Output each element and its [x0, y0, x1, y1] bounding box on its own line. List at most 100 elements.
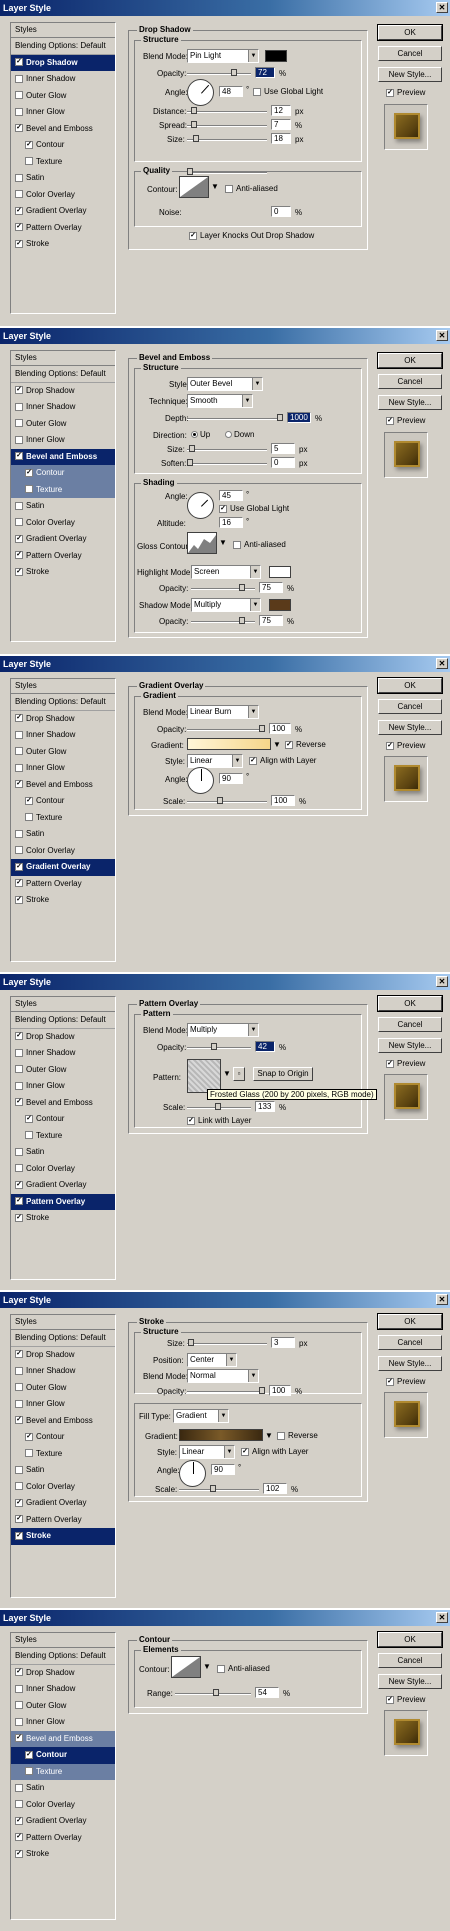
checkbox[interactable] [25, 1449, 33, 1458]
checkbox[interactable] [15, 763, 23, 772]
list-item-contour[interactable]: ✓ Contour [11, 1111, 115, 1128]
scale-slider[interactable] [187, 1103, 251, 1110]
checkbox[interactable]: ✓ [15, 1833, 23, 1842]
opacity-field[interactable]: 100 [269, 1385, 291, 1396]
ok-button[interactable]: OK [377, 1631, 443, 1648]
contour-picker[interactable] [179, 176, 209, 198]
slider-knob[interactable] [189, 445, 195, 452]
new-style-button[interactable]: New Style... [378, 1356, 442, 1371]
slider-knob[interactable] [191, 121, 197, 128]
list-item-gradient-overlay[interactable]: ✓ Gradient Overlay [11, 859, 115, 876]
slider-knob[interactable] [187, 168, 193, 175]
anti-aliased-checkbox[interactable]: Anti-aliased [233, 540, 286, 549]
angle-field[interactable]: 48 [219, 86, 243, 97]
size-field[interactable]: 5 [271, 443, 295, 454]
fill-type-select[interactable]: Gradient ▼ [173, 1409, 229, 1423]
slider-knob[interactable] [210, 1485, 216, 1492]
gradient-preview[interactable] [179, 1429, 263, 1441]
cancel-button[interactable]: Cancel [378, 1653, 442, 1668]
slider-knob[interactable] [239, 617, 245, 624]
slider-knob[interactable] [191, 107, 197, 114]
use-global-light-checkbox[interactable]: Use Global Light [253, 87, 323, 96]
use-global-light-checkbox[interactable]: ✓ Use Global Light [219, 504, 289, 513]
gradient-preview[interactable] [187, 738, 271, 750]
distance-slider[interactable] [187, 107, 267, 114]
close-icon[interactable]: ✕ [436, 330, 448, 341]
position-select[interactable]: Center ▼ [187, 1353, 237, 1367]
highlight-color-swatch[interactable] [269, 566, 291, 578]
list-item-pattern-overlay[interactable]: ✓ Pattern Overlay [11, 1830, 115, 1847]
opacity-slider[interactable] [187, 725, 265, 732]
list-item-color-overlay[interactable]: Color Overlay [11, 843, 115, 860]
angle-field[interactable]: 90 [211, 1464, 235, 1475]
checkbox[interactable]: ✓ [15, 452, 23, 461]
checkbox[interactable]: ✓ [386, 88, 394, 97]
blending-options[interactable]: Blending Options: Default [11, 366, 115, 383]
list-item-gradient-overlay[interactable]: ✓ Gradient Overlay [11, 531, 115, 548]
list-item-drop-shadow[interactable]: ✓ Drop Shadow [11, 54, 115, 71]
list-item-color-overlay[interactable]: Color Overlay [11, 187, 115, 204]
list-item-texture[interactable]: Texture [11, 810, 115, 827]
chevron-down-icon[interactable]: ▼ [223, 1069, 231, 1078]
list-item-pattern-overlay[interactable]: ✓ Pattern Overlay [11, 1512, 115, 1529]
cancel-button[interactable]: Cancel [378, 46, 442, 61]
styles-header[interactable]: Styles [11, 997, 115, 1012]
list-item-satin[interactable]: Satin [11, 1144, 115, 1161]
list-item-inner-shadow[interactable]: Inner Shadow [11, 399, 115, 416]
close-icon[interactable]: ✕ [436, 2, 448, 13]
checkbox[interactable]: ✓ [15, 124, 23, 133]
slider-knob[interactable] [187, 459, 193, 466]
list-item-contour[interactable]: ✓ Contour [11, 1747, 115, 1764]
reverse-checkbox[interactable]: Reverse [277, 1431, 318, 1440]
soften-slider[interactable] [187, 459, 267, 466]
blending-options[interactable]: Blending Options: Default [11, 1648, 115, 1665]
list-item-pattern-overlay[interactable]: ✓ Pattern Overlay [11, 548, 115, 565]
highlight-opacity-field[interactable]: 75 [259, 582, 283, 593]
checkbox[interactable]: ✓ [15, 58, 23, 67]
close-icon[interactable]: ✕ [436, 658, 448, 669]
list-item-contour[interactable]: ✓ Contour [11, 1429, 115, 1446]
checkbox[interactable] [15, 846, 23, 855]
close-icon[interactable]: ✕ [436, 1294, 448, 1305]
checkbox[interactable] [15, 173, 23, 182]
soften-field[interactable]: 0 [271, 457, 295, 468]
checkbox[interactable] [25, 1767, 33, 1776]
checkbox[interactable] [15, 829, 23, 838]
checkbox[interactable] [15, 1147, 23, 1156]
list-item-gradient-overlay[interactable]: ✓ Gradient Overlay [11, 203, 115, 220]
checkbox[interactable]: ✓ [15, 239, 23, 248]
size-slider[interactable] [187, 445, 267, 452]
list-item-bevel[interactable]: ✓ Bevel and Emboss [11, 1730, 115, 1747]
checkbox[interactable]: ✓ [15, 1531, 23, 1540]
style-select[interactable]: Outer Bevel ▼ [187, 377, 263, 391]
cancel-button[interactable]: Cancel [378, 699, 442, 714]
checkbox[interactable] [15, 1783, 23, 1792]
list-item-drop-shadow[interactable]: ✓ Drop Shadow [11, 711, 115, 728]
direction-down-radio[interactable]: Down [225, 430, 254, 439]
preview-checkbox[interactable]: ✓ Preview [386, 1059, 425, 1068]
checkbox[interactable]: ✓ [15, 895, 23, 904]
slider-knob[interactable] [217, 797, 223, 804]
checkbox[interactable] [15, 1164, 23, 1173]
checkbox[interactable]: ✓ [285, 740, 293, 749]
angle-field[interactable]: 90 [219, 773, 243, 784]
list-item-texture[interactable]: Texture [11, 154, 115, 171]
list-item-bevel[interactable]: ✓ Bevel and Emboss [11, 448, 115, 465]
checkbox[interactable] [15, 435, 23, 444]
checkbox[interactable] [15, 1717, 23, 1726]
checkbox[interactable]: ✓ [15, 223, 23, 232]
checkbox[interactable] [15, 518, 23, 527]
range-slider[interactable] [175, 1689, 251, 1696]
checkbox[interactable] [15, 190, 23, 199]
list-item-texture[interactable]: Texture [11, 1446, 115, 1463]
list-item-outer-glow[interactable]: Outer Glow [11, 744, 115, 761]
scale-field[interactable]: 133 [255, 1101, 275, 1112]
list-item-inner-glow[interactable]: Inner Glow [11, 1078, 115, 1095]
checkbox[interactable] [15, 501, 23, 510]
slider-knob[interactable] [215, 1103, 221, 1110]
checkbox[interactable]: ✓ [15, 780, 23, 789]
list-item-satin[interactable]: Satin [11, 498, 115, 515]
align-with-layer-checkbox[interactable]: ✓ Align with Layer [249, 756, 316, 765]
checkbox[interactable]: ✓ [15, 1734, 23, 1743]
close-icon[interactable]: ✕ [436, 1612, 448, 1623]
